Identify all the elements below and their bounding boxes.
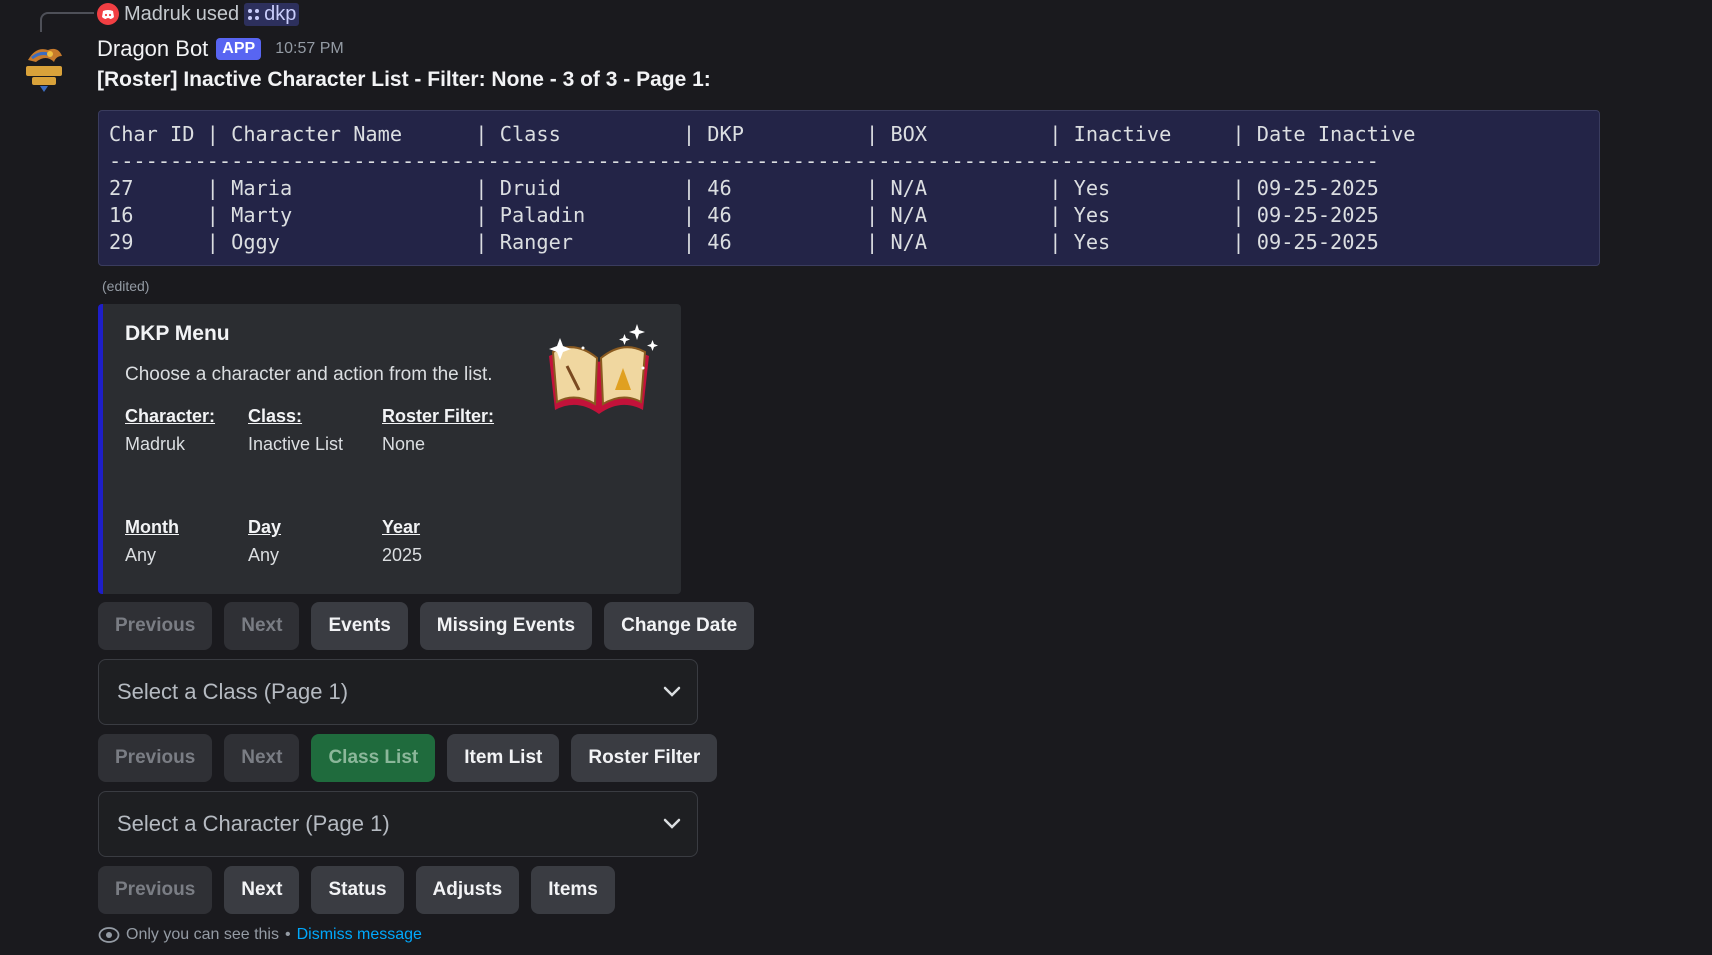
items-button[interactable]: Items: [531, 866, 615, 914]
field-value: Any: [248, 545, 280, 565]
bot-name[interactable]: Dragon Bot: [97, 36, 208, 62]
edited-label: (edited): [102, 278, 150, 294]
table-row: 29 | Oggy | Ranger | 46 | N/A | Yes | 09…: [109, 230, 1379, 254]
field-class: Class: Inactive List: [248, 406, 343, 455]
field-value: Madruk: [125, 434, 186, 454]
bot-avatar[interactable]: [22, 42, 66, 92]
reply-used-text: used: [195, 2, 240, 25]
roster-code-block: Char ID | Character Name | Class | DKP |…: [98, 110, 1600, 266]
previous-button[interactable]: Previous: [98, 866, 213, 914]
character-select-placeholder: Select a Character (Page 1): [117, 811, 390, 836]
character-select[interactable]: Select a Character (Page 1): [98, 791, 698, 857]
missing-events-button[interactable]: Missing Events: [419, 602, 593, 650]
field-value: 2025: [382, 545, 423, 565]
status-button[interactable]: Status: [311, 866, 404, 914]
table-row: 27 | Maria | Druid | 46 | N/A | Yes | 09…: [109, 176, 1379, 200]
discord-user-icon: [97, 3, 119, 25]
field-value: None: [382, 434, 426, 454]
class-select[interactable]: Select a Class (Page 1): [98, 659, 698, 725]
item-list-button[interactable]: Item List: [447, 734, 560, 782]
next-button[interactable]: Next: [224, 734, 300, 782]
next-button[interactable]: Next: [224, 866, 300, 914]
app-badge: APP: [216, 38, 262, 60]
field-name: Month: [125, 517, 179, 537]
embed-description: Choose a character and action from the l…: [125, 364, 493, 385]
button-row-actions: Previous Next Status Adjusts Items: [98, 866, 615, 914]
field-name: Roster Filter:: [382, 406, 495, 426]
field-value: Any: [125, 545, 157, 565]
button-row-lists: Previous Next Class List Item List Roste…: [98, 734, 718, 782]
field-day: Day Any: [248, 517, 281, 566]
message-timestamp: 10:57 PM: [275, 40, 344, 57]
chevron-down-icon: [663, 686, 681, 697]
next-button[interactable]: Next: [224, 602, 300, 650]
chevron-down-icon: [663, 818, 681, 829]
field-year: Year 2025: [382, 517, 422, 566]
field-character: Character: Madruk: [125, 406, 215, 455]
adjusts-button[interactable]: Adjusts: [415, 866, 520, 914]
table-divider: ----------------------------------------…: [109, 149, 1379, 173]
class-list-button[interactable]: Class List: [311, 734, 436, 782]
field-name: Character:: [125, 406, 216, 426]
field-roster-filter: Roster Filter: None: [382, 406, 494, 455]
reply-context[interactable]: Madruk used dkp: [97, 2, 300, 26]
reply-connector: [40, 12, 94, 32]
footer-separator: •: [284, 926, 291, 943]
roster-filter-button[interactable]: Roster Filter: [571, 734, 718, 782]
dismiss-message-link[interactable]: Dismiss message: [297, 926, 422, 944]
ephemeral-footer: Only you can see this • Dismiss message: [98, 926, 422, 944]
table-row: 16 | Marty | Paladin | 46 | N/A | Yes | …: [109, 203, 1379, 227]
slash-command-icon: [248, 8, 260, 20]
class-select-placeholder: Select a Class (Page 1): [117, 679, 349, 704]
field-month: Month Any: [125, 517, 179, 566]
message-header: Dragon Bot APP 10:57 PM: [97, 36, 344, 62]
field-name: Day: [248, 517, 282, 537]
previous-button[interactable]: Previous: [98, 602, 213, 650]
spellbook-icon[interactable]: [535, 318, 663, 424]
embed-title: DKP Menu: [125, 322, 230, 345]
ephemeral-notice: Only you can see this: [126, 926, 279, 943]
button-row-navigation: Previous Next Events Missing Events Chan…: [98, 602, 755, 650]
message-title: [Roster] Inactive Character List - Filte…: [97, 68, 711, 91]
change-date-button[interactable]: Change Date: [604, 602, 755, 650]
field-name: Class:: [248, 406, 303, 426]
events-button[interactable]: Events: [311, 602, 408, 650]
eye-icon: [98, 927, 120, 943]
command-mention[interactable]: dkp: [244, 2, 300, 26]
table-header-row: Char ID | Character Name | Class | DKP |…: [109, 122, 1416, 146]
command-name: dkp: [264, 2, 297, 25]
dkp-menu-embed: DKP Menu Choose a character and action f…: [98, 304, 681, 594]
previous-button[interactable]: Previous: [98, 734, 213, 782]
field-name: Year: [382, 517, 421, 537]
reply-username[interactable]: Madruk: [124, 3, 191, 26]
field-value: Inactive List: [248, 434, 344, 454]
